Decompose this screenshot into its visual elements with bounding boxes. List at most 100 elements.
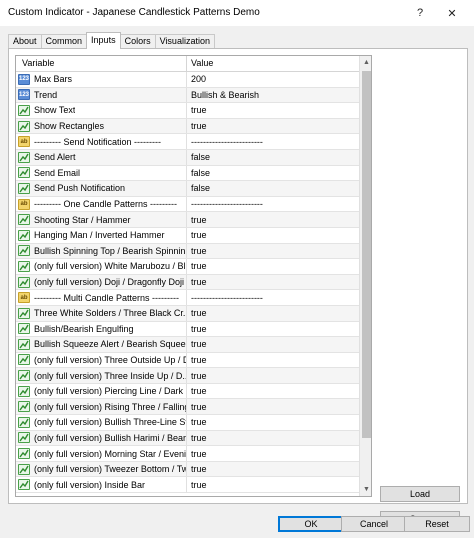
tab-colors[interactable]: Colors [119,34,156,49]
table-row[interactable]: 123 Trend Bullish & Bearish [16,87,359,104]
scroll-up-icon[interactable]: ▲ [360,56,371,69]
table-row[interactable]: (only full version) Bullish Three-Line S… [16,415,359,431]
value-cell[interactable]: true [187,274,359,290]
value-cell[interactable]: true [187,399,359,415]
table-row[interactable]: Three White Solders / Three Black Cr... t… [16,305,359,322]
value-cell[interactable]: ------------------------ [187,134,359,149]
variable-cell: Bullish Squeeze Alert / Bearish Squeez..… [16,337,187,352]
table-row[interactable]: Bullish Squeeze Alert / Bearish Squeez..… [16,337,359,353]
value-cell[interactable]: true [187,430,359,446]
table-row[interactable]: Send Alert false [16,149,359,166]
value-cell[interactable]: true [187,243,359,259]
variable-name: (only full version) Bullish Three-Line S… [34,417,186,428]
variable-cell: (only full version) Bullish Harimi / Bea… [16,430,187,446]
variable-cell: (only full version) Rising Three / Falli… [16,399,187,415]
variable-cell: Hanging Man / Inverted Hammer [16,227,187,243]
variable-cell: Shooting Star / Hammer [16,212,187,227]
variable-cell: ab --------- Send Notification --------- [16,134,187,149]
table-row[interactable]: (only full version) Tweezer Bottom / Tw.… [16,461,359,478]
table-row[interactable]: Bullish/Bearish Engulfing true [16,321,359,338]
value-cell[interactable]: false [187,149,359,165]
value-cell[interactable]: ------------------------ [187,290,359,305]
value-cell[interactable]: true [187,461,359,477]
value-cell[interactable]: 200 [187,72,359,87]
vertical-scrollbar[interactable]: ▲ ▼ [359,56,371,496]
close-icon[interactable]: ✕ [442,4,462,22]
boolean-type-icon [18,245,30,257]
table-row[interactable]: Send Email false [16,165,359,182]
table-row[interactable]: (only full version) White Marubozu / Bl.… [16,259,359,275]
boolean-type-icon [18,182,30,194]
variable-name: Bullish/Bearish Engulfing [34,323,134,334]
value-cell[interactable]: Bullish & Bearish [187,87,359,103]
table-row[interactable]: ab --------- One Candle Patterns --------… [16,196,359,213]
table-row[interactable]: (only full version) Inside Bar true [16,477,359,494]
variable-cell: (only full version) Inside Bar [16,477,187,493]
number-type-icon: 123 [18,89,30,101]
value-cell[interactable]: true [187,259,359,274]
value-cell[interactable]: true [187,118,359,134]
variable-cell: (only full version) Three Inside Up / D.… [16,368,187,383]
value-cell[interactable]: true [187,477,359,492]
variable-name: Shooting Star / Hammer [34,214,131,225]
tab-visualization[interactable]: Visualization [154,34,215,49]
table-row[interactable]: (only full version) Doji / Dragonfly Doj… [16,274,359,291]
variable-column-header[interactable]: Variable [16,56,187,71]
variable-name: (only full version) Three Inside Up / D.… [34,370,186,381]
table-row[interactable]: ab --------- Send Notification --------- -… [16,134,359,150]
value-cell[interactable]: true [187,103,359,118]
value-cell[interactable]: ------------------------ [187,197,359,212]
table-row[interactable]: (only full version) Three Outside Up / D… [16,352,359,369]
value-column-header[interactable]: Value [187,56,359,71]
variable-cell: (only full version) Three Outside Up / D… [16,352,187,368]
value-cell[interactable]: true [187,228,359,243]
value-cell[interactable]: false [187,181,359,196]
table-row[interactable]: Show Text true [16,103,359,119]
value-cell[interactable]: true [187,305,359,321]
value-cell[interactable]: true [187,384,359,399]
table-row[interactable]: (only full version) Bullish Harimi / Bea… [16,430,359,447]
variable-name: (only full version) Inside Bar [34,479,146,490]
table-row[interactable]: Shooting Star / Hammer true [16,212,359,228]
variable-cell: (only full version) White Marubozu / Bl.… [16,259,187,274]
cancel-button[interactable]: Cancel [341,516,407,532]
scroll-down-icon[interactable]: ▼ [360,483,371,496]
table-row[interactable]: Send Push Notification false [16,181,359,197]
value-cell[interactable]: true [187,337,359,352]
tab-common[interactable]: Common [40,34,88,49]
variable-name: Send Alert [34,152,76,163]
table-row[interactable]: ab --------- Multi Candle Patterns ------… [16,290,359,306]
load-button[interactable]: Load [380,486,460,502]
reset-button[interactable]: Reset [404,516,470,532]
table-row[interactable]: Show Rectangles true [16,118,359,135]
boolean-type-icon [18,479,30,491]
value-cell[interactable]: true [187,368,359,383]
table-row[interactable]: Hanging Man / Inverted Hammer true [16,227,359,244]
table-row[interactable]: (only full version) Piercing Line / Dark… [16,383,359,400]
window-title: Custom Indicator - Japanese Candlestick … [8,7,260,18]
variable-name: (only full version) Morning Star / Eveni… [34,448,186,459]
value-cell[interactable]: true [187,446,359,461]
value-cell[interactable]: true [187,322,359,337]
variable-cell: Send Email [16,165,187,181]
ok-button[interactable]: OK [278,516,344,532]
table-row[interactable]: (only full version) Three Inside Up / D.… [16,368,359,384]
value-cell[interactable]: true [187,415,359,430]
scroll-thumb[interactable] [362,71,371,438]
table-row[interactable]: 123 Max Bars 200 [16,72,359,88]
variable-name: Max Bars [34,74,73,85]
variable-name: (only full version) Doji / Dragonfly Doj… [34,277,186,288]
help-icon[interactable]: ? [410,4,430,22]
variable-cell: ab --------- Multi Candle Patterns ------… [16,290,187,305]
table-row[interactable]: Bullish Spinning Top / Bearish Spinnin..… [16,243,359,260]
table-row[interactable]: (only full version) Rising Three / Falli… [16,399,359,416]
tab-inputs[interactable]: Inputs [86,32,121,49]
variable-cell: Three White Solders / Three Black Cr... [16,305,187,321]
tab-about[interactable]: About [8,34,42,49]
table-row[interactable]: (only full version) Morning Star / Eveni… [16,446,359,462]
value-cell[interactable]: true [187,212,359,227]
variable-cell: Send Push Notification [16,181,187,196]
boolean-type-icon [18,260,30,272]
value-cell[interactable]: true [187,353,359,368]
value-cell[interactable]: false [187,166,359,181]
